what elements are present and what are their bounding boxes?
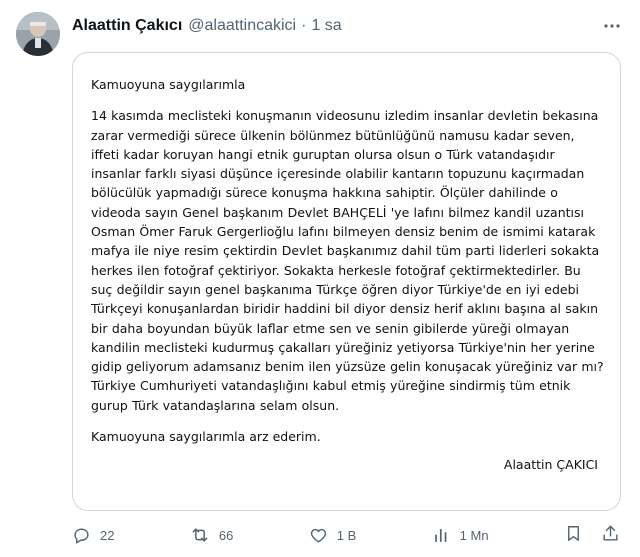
like-icon bbox=[309, 526, 328, 545]
views-icon bbox=[432, 526, 451, 545]
author-name[interactable]: Alaattin Çakıcı bbox=[72, 17, 182, 35]
reply-count: 22 bbox=[100, 527, 115, 543]
tweet-header: Alaattin Çakıcı @alaattincakici · 1 sa bbox=[72, 14, 624, 38]
letter-greeting: Kamuoyuna saygılarımla bbox=[91, 77, 246, 92]
like-button[interactable]: 1 B bbox=[309, 526, 357, 545]
letter-body: 14 kasımda meclisteki konuşmanın videosu… bbox=[91, 108, 604, 413]
views-count: 1 Mn bbox=[459, 527, 489, 543]
like-count: 1 B bbox=[336, 527, 357, 543]
more-icon[interactable] bbox=[600, 14, 624, 38]
retweet-icon bbox=[190, 525, 210, 545]
tweet-actions: 22 66 1 B 1 Mn bbox=[72, 522, 620, 548]
tweet-time[interactable]: 1 sa bbox=[311, 17, 341, 35]
author-handle[interactable]: @alaattincakici bbox=[188, 17, 296, 35]
separator-dot: · bbox=[301, 17, 307, 34]
letter-closing: Kamuoyuna saygılarımla arz ederim. bbox=[91, 429, 321, 445]
reply-icon bbox=[72, 526, 91, 545]
tweet: Alaattin Çakıcı @alaattincakici · 1 sa K… bbox=[0, 0, 640, 557]
share-icon[interactable] bbox=[601, 524, 620, 546]
letter-signature: Alaattin ÇAKICI bbox=[503, 457, 598, 472]
reply-button[interactable]: 22 bbox=[72, 526, 114, 545]
bookmark-icon[interactable] bbox=[564, 524, 583, 546]
letter-text: Kamuoyuna saygılarımla 14 kasımda meclis… bbox=[91, 75, 604, 446]
avatar-image bbox=[16, 12, 60, 56]
avatar[interactable] bbox=[16, 12, 60, 56]
views-button[interactable]: 1 Mn bbox=[432, 526, 489, 545]
retweet-count: 66 bbox=[218, 527, 234, 543]
attached-letter-image[interactable]: Kamuoyuna saygılarımla 14 kasımda meclis… bbox=[72, 52, 621, 511]
retweet-button[interactable]: 66 bbox=[190, 525, 233, 545]
right-actions bbox=[564, 524, 620, 546]
